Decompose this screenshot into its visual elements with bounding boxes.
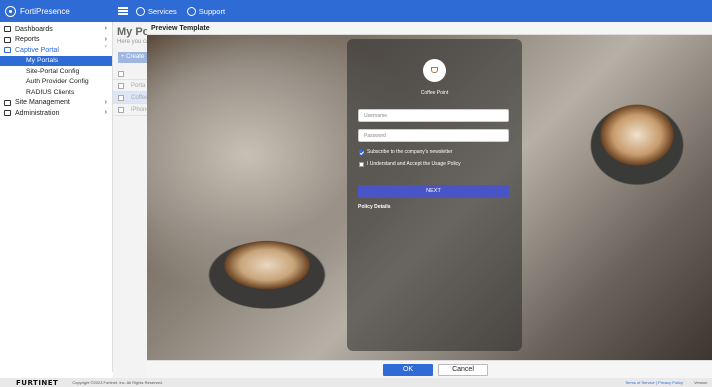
sidebar-item-label: Captive Portal: [15, 46, 59, 54]
newsletter-checkbox[interactable]: Subscribe to the company's newsletter: [359, 149, 452, 155]
usage-policy-checkbox[interactable]: I Understand and Accept the Usage Policy: [359, 161, 461, 167]
select-all-checkbox[interactable]: [118, 71, 124, 77]
portal-icon: [4, 47, 11, 54]
chevron-down-icon: ˇ: [104, 46, 107, 53]
next-button[interactable]: NEXT: [358, 185, 509, 198]
tools-icon: [4, 110, 11, 117]
coffee-cup-logo-icon: [423, 59, 446, 82]
fortipresence-logo-icon: [5, 5, 16, 17]
password-input[interactable]: [358, 129, 509, 142]
chevron-right-icon: ›: [104, 98, 107, 106]
usage-policy-label: I Understand and Accept the Usage Policy: [367, 161, 461, 167]
modal-footer: OK Cancel: [147, 360, 712, 378]
report-icon: [4, 36, 11, 43]
support-menu[interactable]: Support: [186, 6, 226, 16]
policy-details-link[interactable]: Policy Details: [358, 204, 391, 210]
checkbox-unchecked-icon: [359, 161, 364, 167]
chevron-right-icon: ›: [104, 25, 107, 32]
row-name: Coffee: [131, 95, 149, 101]
brand-name: Coffee Point: [420, 90, 449, 96]
sidebar-item-label: Site Management: [15, 99, 70, 107]
sidebar-item-administration[interactable]: Administration ›: [0, 108, 112, 119]
support-icon: [186, 6, 196, 16]
copyright-text: Copyright ©2023 Fortinet, Inc. All Right…: [72, 380, 163, 385]
create-portal-button[interactable]: + Create: [118, 52, 147, 63]
table-row[interactable]: Porta: [113, 80, 147, 92]
sidebar-item-label: Reports: [15, 36, 40, 44]
chevron-right-icon: ›: [104, 35, 107, 43]
sidebar-item-label: Administration: [15, 109, 60, 117]
services-menu[interactable]: Services: [136, 6, 177, 16]
newsletter-label: Subscribe to the company's newsletter: [367, 149, 453, 155]
services-icon: [136, 6, 145, 16]
ok-button[interactable]: OK: [383, 364, 433, 376]
support-label: Support: [198, 6, 226, 16]
row-checkbox[interactable]: [118, 83, 124, 89]
sidebar-subitem-my-portals[interactable]: My Portals: [0, 55, 112, 66]
username-input[interactable]: [358, 109, 509, 122]
footer-links[interactable]: Terms of Service | Privacy Policy: [625, 380, 683, 385]
sidebar-item-captive-portal[interactable]: Captive Portal ˇ: [0, 45, 112, 56]
modal-title: Preview Template: [147, 22, 712, 35]
login-card: Coffee Point Subscribe to the company's …: [347, 39, 522, 351]
version-text: Version: [694, 380, 708, 385]
sidebar-item-reports[interactable]: Reports ›: [0, 35, 112, 46]
row-checkbox[interactable]: [118, 95, 124, 101]
table-row[interactable]: Coffee: [113, 92, 149, 104]
sidebar-item-dashboards[interactable]: Dashboards ›: [0, 24, 112, 35]
table-header: [113, 68, 147, 80]
row-name: Porta: [131, 83, 146, 89]
page-footer: FURTINET Copyright ©2023 Fortinet, Inc. …: [0, 378, 712, 387]
checkbox-checked-icon: [359, 149, 364, 155]
portal-preview: Coffee Point Subscribe to the company's …: [147, 35, 712, 360]
chevron-right-icon: ›: [104, 109, 107, 116]
preview-template-modal: Preview Template Coffee Point Subscribe …: [147, 22, 712, 378]
table-row[interactable]: iPhone: [113, 104, 150, 116]
row-checkbox[interactable]: [118, 107, 124, 113]
sidebar: Dashboards › Reports › Captive Portal ˇ …: [0, 22, 113, 372]
list-icon: [4, 99, 11, 106]
menu-toggle-icon[interactable]: [118, 5, 128, 16]
fortinet-logo: FURTINET: [16, 378, 59, 387]
sidebar-subitem-radius-clients[interactable]: RADIUS Clients: [0, 87, 112, 98]
app-title: FortiPresence: [20, 6, 70, 16]
chart-icon: [4, 26, 11, 33]
services-label: Services: [148, 6, 177, 16]
sidebar-subitem-site-portal-config[interactable]: Site-Portal Config: [0, 66, 112, 77]
cancel-button[interactable]: Cancel: [438, 364, 488, 376]
my-portals-page: My Portals Here you can + Create Porta C…: [113, 22, 173, 378]
top-nav: Services Support: [136, 6, 235, 16]
sidebar-item-label: Dashboards: [15, 25, 53, 33]
app-brand[interactable]: FortiPresence: [0, 5, 113, 17]
sidebar-item-site-management[interactable]: Site Management ›: [0, 98, 112, 109]
sidebar-subitem-auth-provider-config[interactable]: Auth Provider Config: [0, 77, 112, 88]
top-bar: FortiPresence Services Support: [0, 0, 712, 22]
